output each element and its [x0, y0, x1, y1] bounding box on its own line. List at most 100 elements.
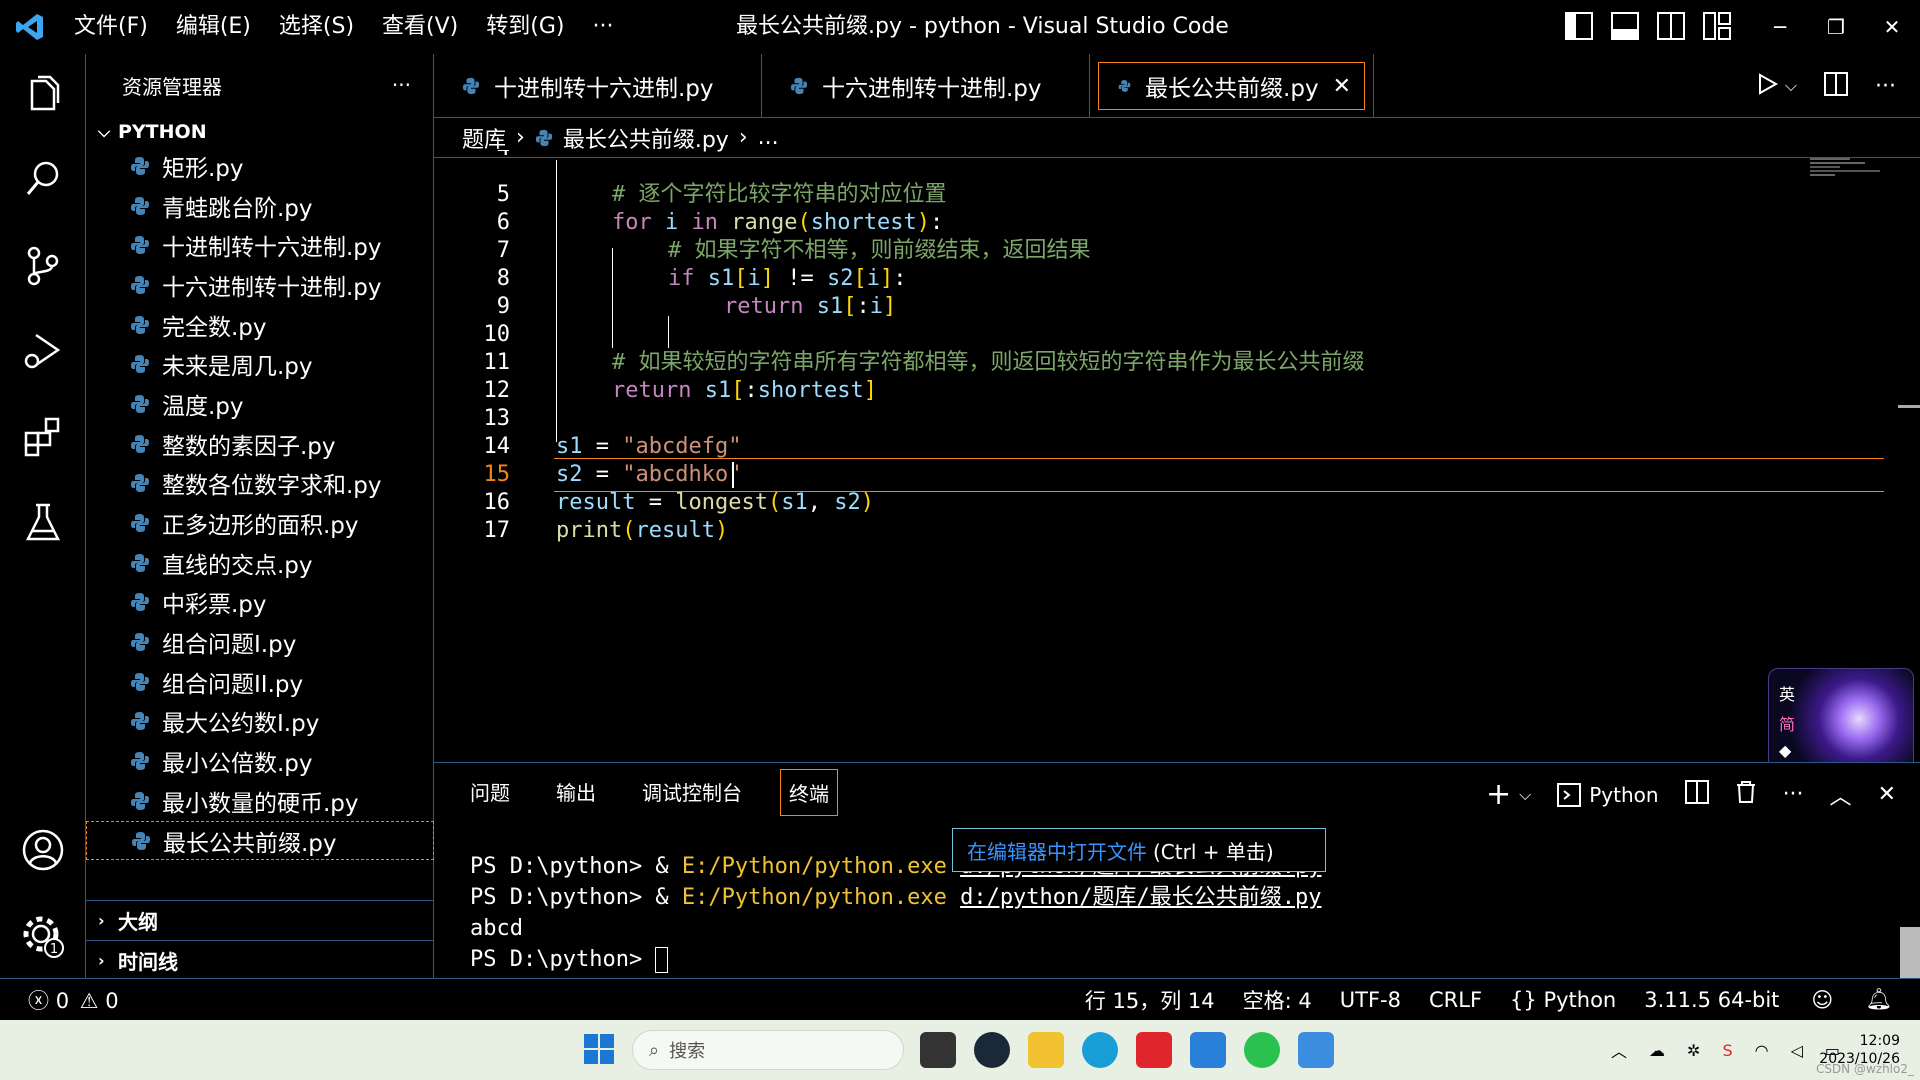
breadcrumb-folder[interactable]: 题库	[462, 122, 506, 154]
file-item[interactable]: 完全数.py	[86, 305, 434, 345]
explorer-more-button[interactable]: ···	[392, 73, 411, 97]
settings-gear-icon[interactable]: 1	[19, 912, 67, 960]
file-item[interactable]: 最长公共前缀.py	[86, 820, 434, 861]
close-window-icon[interactable]: ✕	[1864, 0, 1920, 54]
source-control-icon[interactable]	[19, 242, 67, 290]
file-item[interactable]: 十六进制转十进制.py	[86, 265, 434, 305]
terminal-shell-selector[interactable]: Python	[1557, 782, 1659, 807]
testing-icon[interactable]	[19, 498, 67, 546]
ime-lang[interactable]: 英	[1779, 681, 1795, 705]
language-mode[interactable]: {} Python	[1496, 988, 1630, 1012]
ime-skin-icon[interactable]: ◆	[1779, 741, 1791, 760]
file-item[interactable]: 温度.py	[86, 384, 434, 424]
menu-view[interactable]: 查看(V)	[368, 0, 472, 54]
open-in-editor-link[interactable]: 在编辑器中打开文件	[967, 836, 1147, 865]
run-file-icon[interactable]	[1755, 72, 1779, 100]
menu-edit[interactable]: 编辑(E)	[162, 0, 265, 54]
wechat-icon[interactable]	[1244, 1032, 1280, 1068]
file-item[interactable]: 最小公倍数.py	[86, 741, 434, 781]
terminal-file-link[interactable]: d:/python/题库/最长公共前缀.py	[960, 885, 1321, 910]
cloud-icon[interactable]: ☁	[1649, 1041, 1665, 1060]
code-editor[interactable]: 4 5# 逐个字符比较字符串的对应位置 6for i in range(shor…	[434, 150, 1920, 762]
encoding[interactable]: UTF-8	[1326, 988, 1415, 1012]
tab-decimal-to-hex[interactable]: 十进制转十六进制.py	[434, 54, 762, 118]
sogou-icon[interactable]: S	[1722, 1041, 1732, 1060]
file-item[interactable]: 直线的交点.py	[86, 543, 434, 583]
close-panel-icon[interactable]: ✕	[1878, 782, 1896, 807]
file-item[interactable]: 十进制转十六进制.py	[86, 225, 434, 265]
split-terminal-icon[interactable]	[1684, 780, 1709, 809]
tab-debug-console[interactable]: 调试控制台	[634, 769, 750, 816]
search-icon[interactable]	[19, 154, 67, 202]
file-item[interactable]: 最小数量的硬币.py	[86, 781, 434, 821]
run-debug-icon[interactable]	[19, 326, 67, 374]
file-item[interactable]: 未来是周几.py	[86, 344, 434, 384]
toggle-primary-sidebar-icon[interactable]	[1565, 12, 1593, 40]
volume-icon[interactable]: ◁	[1791, 1041, 1803, 1060]
tab-output[interactable]: 输出	[548, 769, 604, 816]
start-windows-icon[interactable]	[584, 1034, 614, 1064]
file-explorer-icon[interactable]	[1028, 1032, 1064, 1068]
menu-file[interactable]: 文件(F)	[60, 0, 162, 54]
explorer-icon[interactable]	[19, 70, 67, 118]
customize-layout-icon[interactable]	[1703, 12, 1731, 40]
maximize-panel-icon[interactable]: ︿	[1830, 779, 1852, 811]
end-of-line[interactable]: CRLF	[1415, 988, 1496, 1012]
panel-more-icon[interactable]: ···	[1783, 782, 1804, 807]
toggle-panel-icon[interactable]	[1611, 12, 1639, 40]
feedback-icon[interactable]: ☺	[1793, 988, 1851, 1012]
more-actions-icon[interactable]: ···	[1875, 74, 1896, 99]
menu-selection[interactable]: 选择(S)	[265, 0, 368, 54]
kill-terminal-trash-icon[interactable]	[1735, 780, 1757, 809]
file-item[interactable]: 中彩票.py	[86, 583, 434, 623]
problems-status[interactable]: ⓧ 0 ⚠ 0	[0, 985, 133, 1015]
edge-icon[interactable]	[1082, 1032, 1118, 1068]
menu-more[interactable]: ···	[578, 0, 627, 54]
accounts-icon[interactable]	[19, 826, 67, 874]
steam-icon[interactable]	[974, 1032, 1010, 1068]
scrollbar-marker[interactable]	[1898, 405, 1920, 408]
wifi-icon[interactable]: ◠	[1755, 1041, 1769, 1060]
file-item[interactable]: 正多边形的面积.py	[86, 503, 434, 543]
notifications-bell-icon[interactable]: 🔔︎	[1851, 987, 1920, 1012]
minimap[interactable]	[1810, 156, 1890, 196]
outline-section[interactable]: › 大纲	[86, 900, 434, 940]
breadcrumb-symbol[interactable]: ...	[758, 125, 779, 150]
file-item[interactable]: 组合问题II.py	[86, 662, 434, 702]
tab-longest-common-prefix[interactable]: 最长公共前缀.py ✕	[1090, 54, 1374, 118]
timeline-section[interactable]: › 时间线	[86, 940, 434, 980]
file-item[interactable]: 青蛙跳台阶.py	[86, 186, 434, 226]
vscode-taskbar-icon[interactable]	[1190, 1032, 1226, 1068]
file-item[interactable]: 整数各位数字求和.py	[86, 464, 434, 504]
ime-widget[interactable]: 英 简 ◆	[1768, 668, 1914, 772]
split-editor-icon[interactable]	[1823, 71, 1849, 101]
restore-icon[interactable]: ❐	[1808, 0, 1864, 54]
minimize-icon[interactable]: ─	[1752, 0, 1808, 54]
taskbar-search[interactable]: ⌕ 搜索	[632, 1030, 904, 1070]
terminal-scrollbar[interactable]	[1900, 927, 1920, 979]
cursor-position[interactable]: 行 15，列 14	[1071, 985, 1229, 1015]
tab-terminal[interactable]: 终端	[780, 769, 838, 816]
tray-app-icon[interactable]: ✲	[1687, 1041, 1700, 1060]
tab-problems[interactable]: 问题	[462, 769, 518, 816]
python-interpreter[interactable]: 3.11.5 64-bit	[1630, 988, 1793, 1012]
file-item[interactable]: 矩形.py	[86, 146, 434, 186]
menu-go[interactable]: 转到(G)	[472, 0, 578, 54]
indentation[interactable]: 空格: 4	[1229, 985, 1326, 1015]
file-item[interactable]: 整数的素因子.py	[86, 424, 434, 464]
app-window-icon[interactable]	[1298, 1032, 1334, 1068]
breadcrumb-file[interactable]: 最长公共前缀.py	[563, 122, 729, 154]
toggle-secondary-sidebar-icon[interactable]	[1657, 12, 1685, 40]
tray-overflow-icon[interactable]: ︿	[1611, 1038, 1627, 1062]
folder-python[interactable]: ⌵ PYTHON	[86, 116, 433, 148]
netease-music-icon[interactable]	[1136, 1032, 1172, 1068]
ime-mode[interactable]: 简	[1779, 711, 1795, 735]
task-view-icon[interactable]	[920, 1032, 956, 1068]
file-item[interactable]: 组合问题I.py	[86, 622, 434, 662]
new-terminal-icon[interactable]: +	[1486, 777, 1511, 812]
file-item[interactable]: 最大公约数I.py	[86, 702, 434, 742]
extensions-icon[interactable]	[19, 412, 67, 460]
run-dropdown-icon[interactable]: ⌵	[1785, 76, 1797, 96]
terminal-dropdown-icon[interactable]: ⌵	[1519, 785, 1531, 805]
tab-hex-to-decimal[interactable]: 十六进制转十进制.py	[762, 54, 1090, 118]
